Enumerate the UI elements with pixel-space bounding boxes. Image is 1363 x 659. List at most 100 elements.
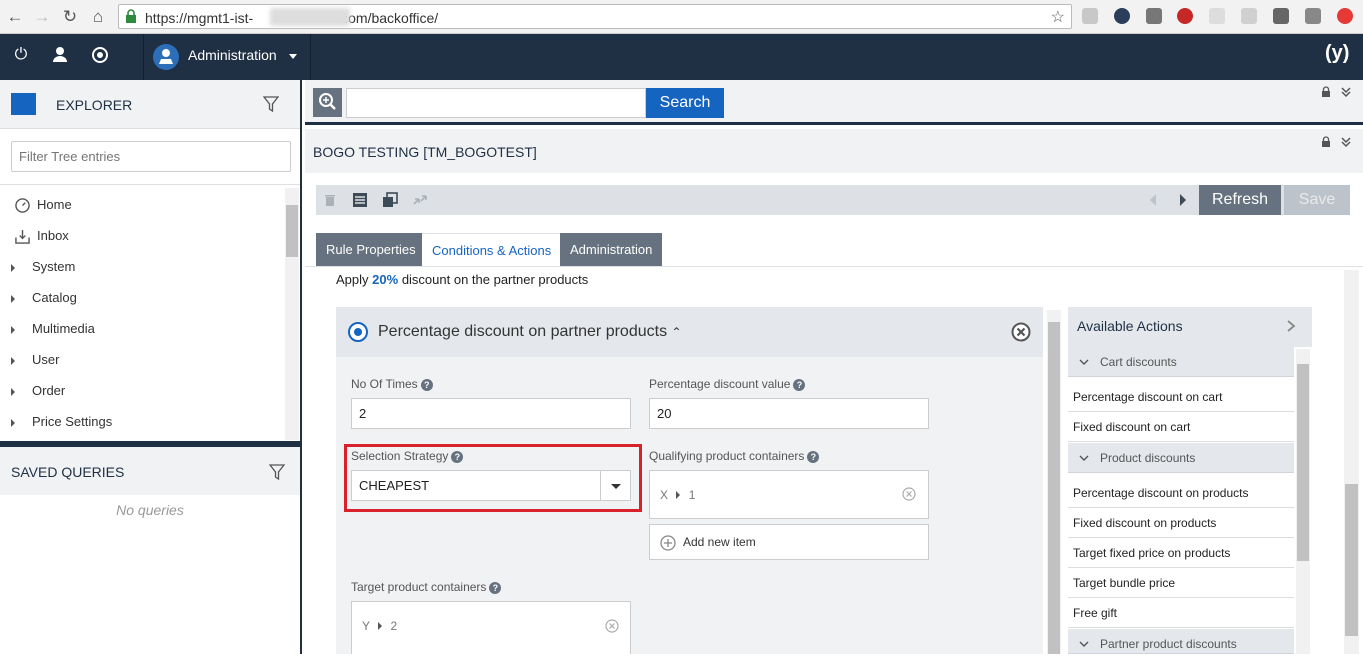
- update-icon[interactable]: [1337, 8, 1353, 24]
- tab-divider: [305, 266, 1363, 267]
- pin-extension-icon[interactable]: [1241, 8, 1257, 24]
- tree-item-label: Order: [32, 383, 66, 398]
- chevron-down-icon[interactable]: [611, 484, 621, 489]
- help-icon[interactable]: ?: [793, 378, 806, 391]
- screenshot-extension-icon[interactable]: [1209, 8, 1225, 24]
- tree-item-label: System: [32, 259, 76, 274]
- reload-icon[interactable]: ↻: [59, 6, 81, 28]
- selection-strategy-select[interactable]: CHEAPEST: [351, 470, 631, 501]
- action-item[interactable]: Free gift: [1068, 598, 1294, 628]
- help-icon[interactable]: ?: [451, 450, 464, 463]
- perspective-selector[interactable]: Administration: [143, 34, 311, 80]
- extension-icon[interactable]: [1082, 8, 1098, 24]
- tab-administration[interactable]: Administration: [560, 233, 663, 267]
- caret-right-icon: [676, 491, 681, 499]
- bookmark-star-icon[interactable]: ☆: [1051, 7, 1065, 27]
- global-link-icon[interactable]: [90, 45, 110, 65]
- lock-icon[interactable]: [1320, 136, 1332, 148]
- available-actions-scrollbar-thumb[interactable]: [1297, 364, 1309, 561]
- editor-title: BOGO TESTING [TM_BOGOTEST]: [313, 144, 537, 160]
- next-icon[interactable]: [1172, 190, 1192, 210]
- remove-entry-icon[interactable]: [902, 487, 916, 501]
- chevron-right-icon[interactable]: [1285, 319, 1297, 333]
- help-icon[interactable]: ?: [489, 581, 502, 594]
- group-partner-product-discounts[interactable]: Partner product discounts: [1068, 629, 1294, 654]
- cast-icon[interactable]: [1305, 8, 1321, 24]
- search-button[interactable]: Search: [646, 88, 724, 118]
- clone-icon[interactable]: [380, 190, 400, 210]
- filter-icon[interactable]: [269, 464, 285, 480]
- remove-action-icon[interactable]: [1011, 322, 1031, 342]
- tree-item-system[interactable]: System: [0, 256, 280, 278]
- back-icon[interactable]: ←: [4, 6, 26, 28]
- lock-icon[interactable]: [1320, 86, 1332, 98]
- tree-item-home[interactable]: Home: [0, 194, 280, 216]
- user-icon[interactable]: [50, 45, 70, 65]
- filter-icon[interactable]: [263, 96, 279, 112]
- reference-icon[interactable]: [350, 190, 370, 210]
- action-item[interactable]: Target bundle price: [1068, 568, 1294, 598]
- content-scrollbar-thumb[interactable]: [1048, 322, 1060, 654]
- caret-right-icon: [11, 357, 15, 365]
- search-input[interactable]: [346, 88, 646, 118]
- caret-right-icon: [11, 326, 15, 334]
- no-of-times-input[interactable]: 2: [351, 398, 631, 429]
- action-item[interactable]: Fixed discount on cart: [1068, 412, 1294, 442]
- group-product-discounts[interactable]: Product discounts: [1068, 443, 1294, 473]
- add-new-item-label: Add new item: [683, 535, 756, 549]
- forward-icon[interactable]: →: [31, 6, 53, 28]
- home-icon[interactable]: ⌂: [87, 6, 109, 28]
- refresh-button[interactable]: Refresh: [1199, 185, 1281, 215]
- advanced-search-icon[interactable]: [313, 88, 342, 117]
- help-icon[interactable]: ?: [807, 450, 820, 463]
- group-cart-discounts[interactable]: Cart discounts: [1068, 347, 1294, 377]
- tab-conditions-actions[interactable]: Conditions & Actions: [422, 233, 562, 267]
- tree-item-multimedia[interactable]: Multimedia: [0, 318, 280, 340]
- camera-extension-icon[interactable]: [1146, 8, 1162, 24]
- help-icon[interactable]: ?: [420, 378, 433, 391]
- field-label-text: Qualifying product containers: [649, 449, 805, 463]
- collapse-up-icon[interactable]: ⌃: [672, 325, 682, 339]
- editor-scrollbar-thumb[interactable]: [1345, 484, 1358, 636]
- action-item[interactable]: Fixed discount on products: [1068, 508, 1294, 538]
- administration-icon: [153, 44, 179, 70]
- adblock-icon[interactable]: [1177, 8, 1193, 24]
- container-value: 2: [390, 619, 398, 633]
- tree-item-inbox[interactable]: Inbox: [0, 225, 280, 247]
- action-item[interactable]: Percentage discount on cart: [1068, 382, 1294, 412]
- group-label: Product discounts: [1100, 451, 1196, 465]
- cloud-extension-icon[interactable]: [1114, 8, 1130, 24]
- delete-icon[interactable]: [320, 190, 340, 210]
- caret-right-icon: [11, 388, 15, 396]
- action-radio[interactable]: [348, 322, 368, 342]
- chevron-down-icon: [1079, 359, 1089, 365]
- collapse-icon[interactable]: [1340, 136, 1352, 148]
- save-button[interactable]: Save: [1284, 185, 1350, 215]
- qualifying-containers-label: Qualifying product containers?: [649, 449, 820, 463]
- tree-item-catalog[interactable]: Catalog: [0, 287, 280, 309]
- puzzle-extension-icon[interactable]: [1273, 8, 1289, 24]
- container-key: X: [660, 488, 669, 502]
- tree-item-order[interactable]: Order: [0, 380, 280, 402]
- action-item[interactable]: Percentage discount on products: [1068, 478, 1294, 508]
- tree-filter-input[interactable]: [11, 141, 291, 172]
- caret-right-icon: [11, 295, 15, 303]
- tree-item-price-settings[interactable]: Price Settings: [0, 411, 280, 433]
- percentage-input[interactable]: 20: [649, 398, 929, 429]
- remove-entry-icon[interactable]: [605, 619, 619, 633]
- action-title-text: Percentage discount on partner products: [378, 323, 668, 340]
- tab-rule-properties[interactable]: Rule Properties: [316, 233, 426, 267]
- power-icon[interactable]: ⏻: [11, 45, 31, 65]
- tree-scrollbar-thumb[interactable]: [286, 205, 298, 257]
- previous-icon[interactable]: [1144, 190, 1164, 210]
- tree-filter-field[interactable]: [12, 142, 290, 171]
- address-bar[interactable]: https://mgmt1-ist-com/backoffice/ ☆: [118, 4, 1072, 29]
- container-entry[interactable]: X 1: [660, 488, 695, 502]
- collapse-icon[interactable]: [1340, 86, 1352, 98]
- tree-item-user[interactable]: User: [0, 349, 280, 371]
- sync-icon[interactable]: [410, 190, 430, 210]
- action-item[interactable]: Target fixed price on products: [1068, 538, 1294, 568]
- container-entry[interactable]: Y 2: [362, 619, 397, 633]
- group-label: Cart discounts: [1100, 355, 1177, 369]
- add-new-item-button[interactable]: Add new item: [649, 524, 929, 560]
